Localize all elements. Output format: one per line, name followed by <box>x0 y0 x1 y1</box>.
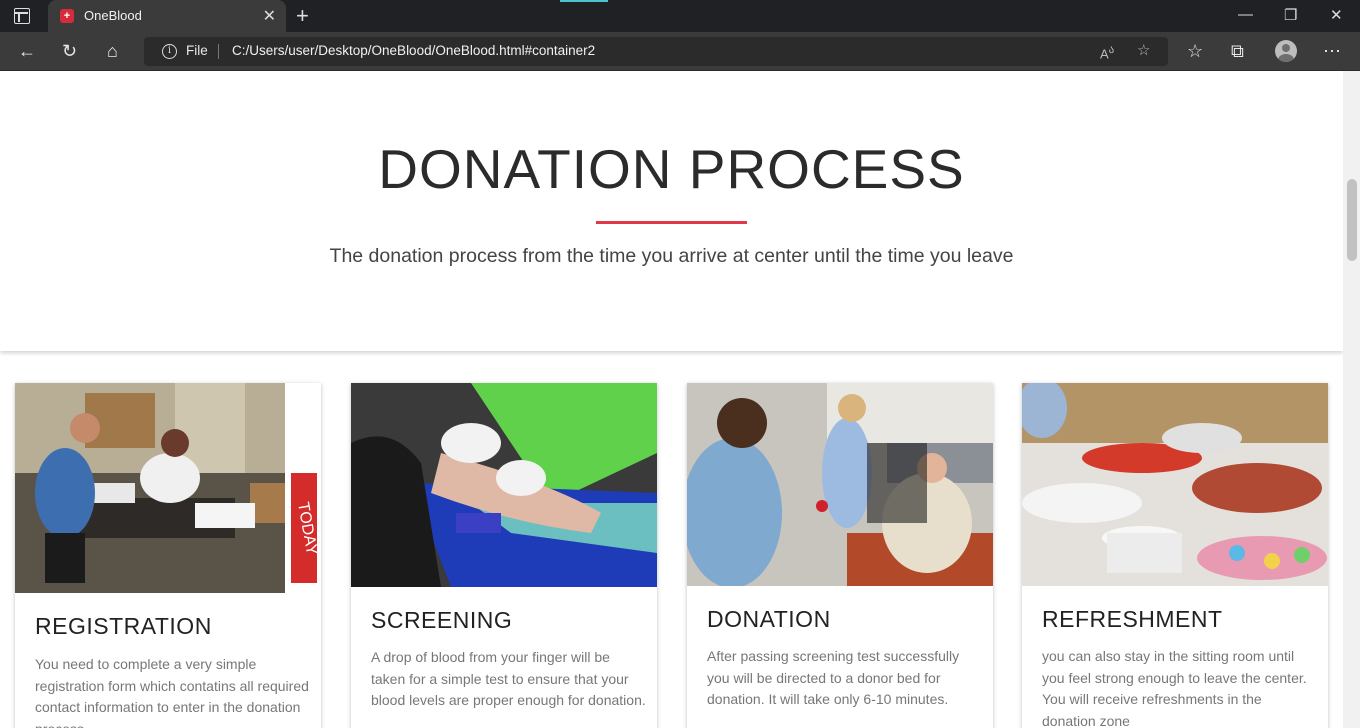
back-icon[interactable]: ← <box>18 41 36 61</box>
refreshment-photo <box>1022 383 1328 586</box>
add-favorite-icon[interactable]: ☆ <box>1137 41 1150 59</box>
tab-title: OneBlood <box>84 8 142 23</box>
settings-more-icon[interactable]: ⋯ <box>1323 41 1341 61</box>
step-description: you can also stay in the sitting room un… <box>1042 648 1307 728</box>
collections-icon[interactable]: ⧉ <box>1231 41 1244 61</box>
home-icon[interactable]: ⌂ <box>107 41 118 61</box>
step-card-refreshment: REFRESHMENT you can also stay in the sit… <box>1022 383 1328 728</box>
site-info-icon[interactable]: i <box>162 44 177 59</box>
screening-photo <box>351 383 657 587</box>
profile-avatar-icon[interactable] <box>1275 40 1297 62</box>
browser-title-bar: + OneBlood ✕ + — ❐ ✕ <box>0 0 1360 32</box>
minimize-icon[interactable]: — <box>1238 6 1253 23</box>
step-card-donation: DONATION After passing screening test su… <box>687 383 993 728</box>
refresh-icon[interactable]: ↻ <box>62 41 77 61</box>
address-bar[interactable]: i File C:/Users/user/Desktop/OneBlood/On… <box>144 37 1168 66</box>
section-title: DONATION PROCESS <box>378 138 965 200</box>
donation-process-header: DONATION PROCESS The donation process fr… <box>0 71 1343 351</box>
step-title: REFRESHMENT <box>1042 606 1223 632</box>
browser-tab-oneblood[interactable]: + OneBlood ✕ <box>48 0 286 32</box>
read-aloud-icon[interactable]: Aა <box>1100 43 1114 61</box>
section-subtitle: The donation process from the time you a… <box>329 245 1014 267</box>
title-bar-accent <box>560 0 608 2</box>
step-title: SCREENING <box>371 607 513 633</box>
new-tab-icon[interactable]: + <box>296 3 309 29</box>
step-description: A drop of blood from your finger will be… <box>371 649 646 708</box>
step-card-registration: TODAY REGISTRATION You need to complete … <box>15 383 321 728</box>
scrollbar-thumb[interactable] <box>1347 179 1357 261</box>
page-content: DONATION PROCESS The donation process fr… <box>0 71 1343 728</box>
browser-toolbar: ← ↻ ⌂ i File C:/Users/user/Desktop/OneBl… <box>0 32 1360 71</box>
page-scrollbar[interactable] <box>1343 71 1360 728</box>
title-underline <box>596 221 747 224</box>
step-title: DONATION <box>707 606 831 632</box>
oneblood-favicon-icon: + <box>60 9 74 23</box>
restore-icon[interactable]: ❐ <box>1284 6 1297 24</box>
close-window-icon[interactable]: ✕ <box>1330 6 1343 24</box>
address-scheme-label: File <box>186 43 208 58</box>
registration-photo: TODAY <box>15 383 321 593</box>
close-tab-icon[interactable]: ✕ <box>263 6 276 26</box>
step-description: After passing screening test successfull… <box>707 648 960 707</box>
url-text[interactable]: C:/Users/user/Desktop/OneBlood/OneBlood.… <box>232 43 595 58</box>
favorites-icon[interactable]: ☆ <box>1187 41 1203 61</box>
step-title: REGISTRATION <box>35 613 212 639</box>
address-separator <box>218 44 219 59</box>
step-description: You need to complete a very simple regis… <box>35 656 309 728</box>
tab-actions-icon[interactable] <box>14 8 30 24</box>
step-card-screening: SCREENING A drop of blood from your fing… <box>351 383 657 728</box>
donation-photo <box>687 383 993 586</box>
